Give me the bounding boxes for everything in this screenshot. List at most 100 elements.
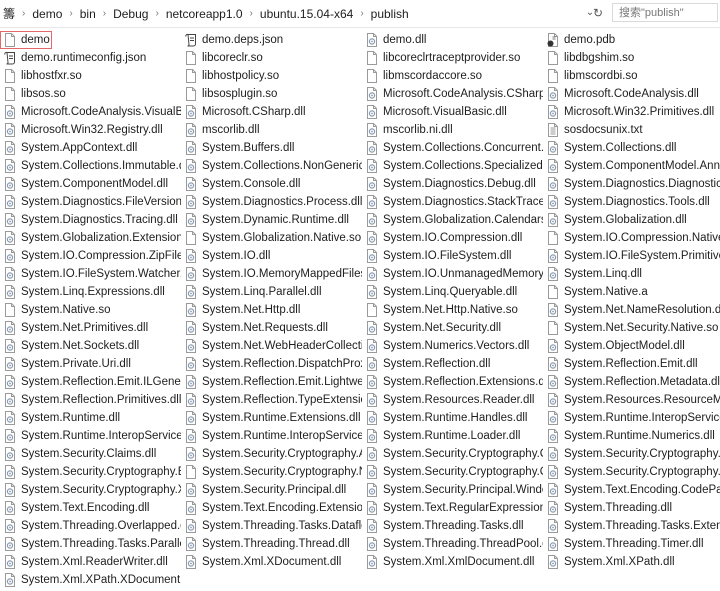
file-item[interactable]: System.Threading.Tasks.dll: [362, 517, 543, 535]
file-item[interactable]: demo.pdb: [543, 31, 720, 49]
file-item[interactable]: System.Globalization.dll: [543, 211, 720, 229]
file-item[interactable]: System.IO.FileSystem.Watcher.dll: [0, 265, 181, 283]
file-item[interactable]: System.Private.Uri.dll: [0, 355, 181, 373]
breadcrumb-item[interactable]: Debug: [110, 7, 151, 21]
file-item[interactable]: System.Net.Http.dll: [181, 301, 362, 319]
file-item[interactable]: System.Security.Cryptography.Cs...: [543, 445, 720, 463]
file-item[interactable]: libhostpolicy.so: [181, 67, 362, 85]
file-item[interactable]: System.Reflection.Primitives.dll: [0, 391, 181, 409]
file-item[interactable]: System.ComponentModel.dll: [0, 175, 181, 193]
file-item[interactable]: System.IO.Compression.ZipFile.dll: [0, 247, 181, 265]
file-item[interactable]: System.Runtime.InteropServices....: [181, 427, 362, 445]
file-item[interactable]: System.Security.Cryptography.En...: [0, 463, 181, 481]
file-item[interactable]: System.Net.Sockets.dll: [0, 337, 181, 355]
file-item[interactable]: System.AppContext.dll: [0, 139, 181, 157]
file-item[interactable]: System.IO.MemoryMappedFiles.dll: [181, 265, 362, 283]
file-item[interactable]: demo.runtimeconfig.json: [0, 49, 181, 67]
file-item[interactable]: System.Diagnostics.StackTrace.dll: [362, 193, 543, 211]
file-item[interactable]: System.Xml.XmlDocument.dll: [362, 553, 543, 571]
file-item[interactable]: System.Diagnostics.Tools.dll: [543, 193, 720, 211]
file-item[interactable]: System.Net.Http.Native.so: [362, 301, 543, 319]
file-item[interactable]: System.Xml.XPath.dll: [543, 553, 720, 571]
file-item[interactable]: System.Security.Cryptography.Al...: [181, 445, 362, 463]
file-item[interactable]: System.Native.so: [0, 301, 181, 319]
file-item[interactable]: System.Collections.Immutable.dll: [0, 157, 181, 175]
breadcrumb-separator-icon[interactable]: ›: [65, 8, 76, 19]
file-item[interactable]: System.Dynamic.Runtime.dll: [181, 211, 362, 229]
file-item[interactable]: System.Threading.Thread.dll: [181, 535, 362, 553]
file-item[interactable]: System.Diagnostics.Tracing.dll: [0, 211, 181, 229]
file-item[interactable]: System.Security.Principal.Window...: [362, 481, 543, 499]
file-item[interactable]: System.Globalization.Native.so: [181, 229, 362, 247]
file-item[interactable]: libsos.so: [0, 85, 181, 103]
file-item[interactable]: demo.dll: [362, 31, 543, 49]
file-item[interactable]: libcoreclrtraceptprovider.so: [362, 49, 543, 67]
file-item[interactable]: System.Runtime.dll: [0, 409, 181, 427]
refresh-icon[interactable]: ↻: [590, 5, 606, 21]
file-item[interactable]: System.IO.FileSystem.dll: [362, 247, 543, 265]
file-item[interactable]: System.Runtime.Handles.dll: [362, 409, 543, 427]
breadcrumb-item[interactable]: publish: [368, 7, 412, 21]
file-item[interactable]: System.Net.NameResolution.dll: [543, 301, 720, 319]
file-item[interactable]: System.Reflection.Metadata.dll: [543, 373, 720, 391]
file-item[interactable]: System.Threading.Tasks.Parallel.dll: [0, 535, 181, 553]
breadcrumb-separator-icon[interactable]: ›: [356, 8, 367, 19]
file-item[interactable]: System.Reflection.TypeExtensions...: [181, 391, 362, 409]
file-item[interactable]: System.Net.Security.dll: [362, 319, 543, 337]
file-item[interactable]: System.ObjectModel.dll: [543, 337, 720, 355]
file-item[interactable]: System.Collections.dll: [543, 139, 720, 157]
file-item[interactable]: System.Diagnostics.FileVersionInf...: [0, 193, 181, 211]
breadcrumb-item[interactable]: ubuntu.15.04-x64: [257, 7, 356, 21]
file-item[interactable]: System.Threading.dll: [543, 499, 720, 517]
file-item[interactable]: System.Security.Cryptography.Op...: [362, 463, 543, 481]
file-item[interactable]: System.Security.Cryptography.Na...: [181, 463, 362, 481]
file-item[interactable]: System.Numerics.Vectors.dll: [362, 337, 543, 355]
file-item[interactable]: System.Reflection.dll: [362, 355, 543, 373]
file-item[interactable]: System.Native.a: [543, 283, 720, 301]
search-input[interactable]: 搜索"publish": [612, 3, 718, 22]
file-item[interactable]: System.Runtime.InteropServices.dll: [543, 409, 720, 427]
file-item[interactable]: System.Threading.Timer.dll: [543, 535, 720, 553]
file-item[interactable]: System.IO.FileSystem.Primitives.dll: [543, 247, 720, 265]
file-item[interactable]: System.Net.Security.Native.so: [543, 319, 720, 337]
file-item[interactable]: System.IO.Compression.dll: [362, 229, 543, 247]
file-item[interactable]: libcoreclr.so: [181, 49, 362, 67]
file-item[interactable]: Microsoft.CodeAnalysis.dll: [543, 85, 720, 103]
file-item[interactable]: Microsoft.CSharp.dll: [181, 103, 362, 121]
file-item[interactable]: System.Security.Cryptography.Pri...: [543, 463, 720, 481]
file-item[interactable]: System.Globalization.Calendars.dll: [362, 211, 543, 229]
file-item[interactable]: demo: [0, 31, 52, 49]
file-item[interactable]: Microsoft.CodeAnalysis.CSharp.dll: [362, 85, 543, 103]
file-item[interactable]: System.Reflection.Emit.dll: [543, 355, 720, 373]
file-item[interactable]: System.Threading.Tasks.Extensio...: [543, 517, 720, 535]
file-item[interactable]: System.Xml.XDocument.dll: [181, 553, 362, 571]
file-item[interactable]: libhostfxr.so: [0, 67, 181, 85]
breadcrumb-item[interactable]: netcoreapp1.0: [163, 7, 246, 21]
file-item[interactable]: libdbgshim.so: [543, 49, 720, 67]
file-item[interactable]: System.Runtime.InteropServices....: [0, 427, 181, 445]
file-item[interactable]: System.Linq.Expressions.dll: [0, 283, 181, 301]
file-item[interactable]: libmscordbi.so: [543, 67, 720, 85]
file-item[interactable]: System.Text.Encoding.dll: [0, 499, 181, 517]
file-item[interactable]: System.Text.Encoding.CodePage...: [543, 481, 720, 499]
breadcrumb-separator-icon[interactable]: ›: [151, 8, 162, 19]
file-item[interactable]: libsosplugin.so: [181, 85, 362, 103]
file-item[interactable]: System.Console.dll: [181, 175, 362, 193]
file-item[interactable]: System.ComponentModel.Annot...: [543, 157, 720, 175]
file-item[interactable]: System.Reflection.Emit.ILGenerati...: [0, 373, 181, 391]
file-item[interactable]: System.Xml.XPath.XDocument.dll: [0, 571, 181, 589]
file-item[interactable]: System.Threading.ThreadPool.dll: [362, 535, 543, 553]
file-item[interactable]: demo.deps.json: [181, 31, 362, 49]
file-item[interactable]: System.Diagnostics.DiagnosticSo...: [543, 175, 720, 193]
breadcrumb-item[interactable]: 籌: [0, 5, 18, 22]
file-item[interactable]: System.Reflection.DispatchProxy....: [181, 355, 362, 373]
breadcrumb-separator-icon[interactable]: ›: [246, 8, 257, 19]
file-item[interactable]: Microsoft.Win32.Primitives.dll: [543, 103, 720, 121]
file-item[interactable]: System.IO.Compression.Native.so: [543, 229, 720, 247]
file-item[interactable]: System.IO.dll: [181, 247, 362, 265]
file-item[interactable]: System.Collections.Specialized.dll: [362, 157, 543, 175]
file-item[interactable]: System.Security.Cryptography.X5...: [0, 481, 181, 499]
file-item[interactable]: System.Net.Requests.dll: [181, 319, 362, 337]
file-item[interactable]: sosdocsunix.txt: [543, 121, 720, 139]
file-item[interactable]: System.Diagnostics.Debug.dll: [362, 175, 543, 193]
